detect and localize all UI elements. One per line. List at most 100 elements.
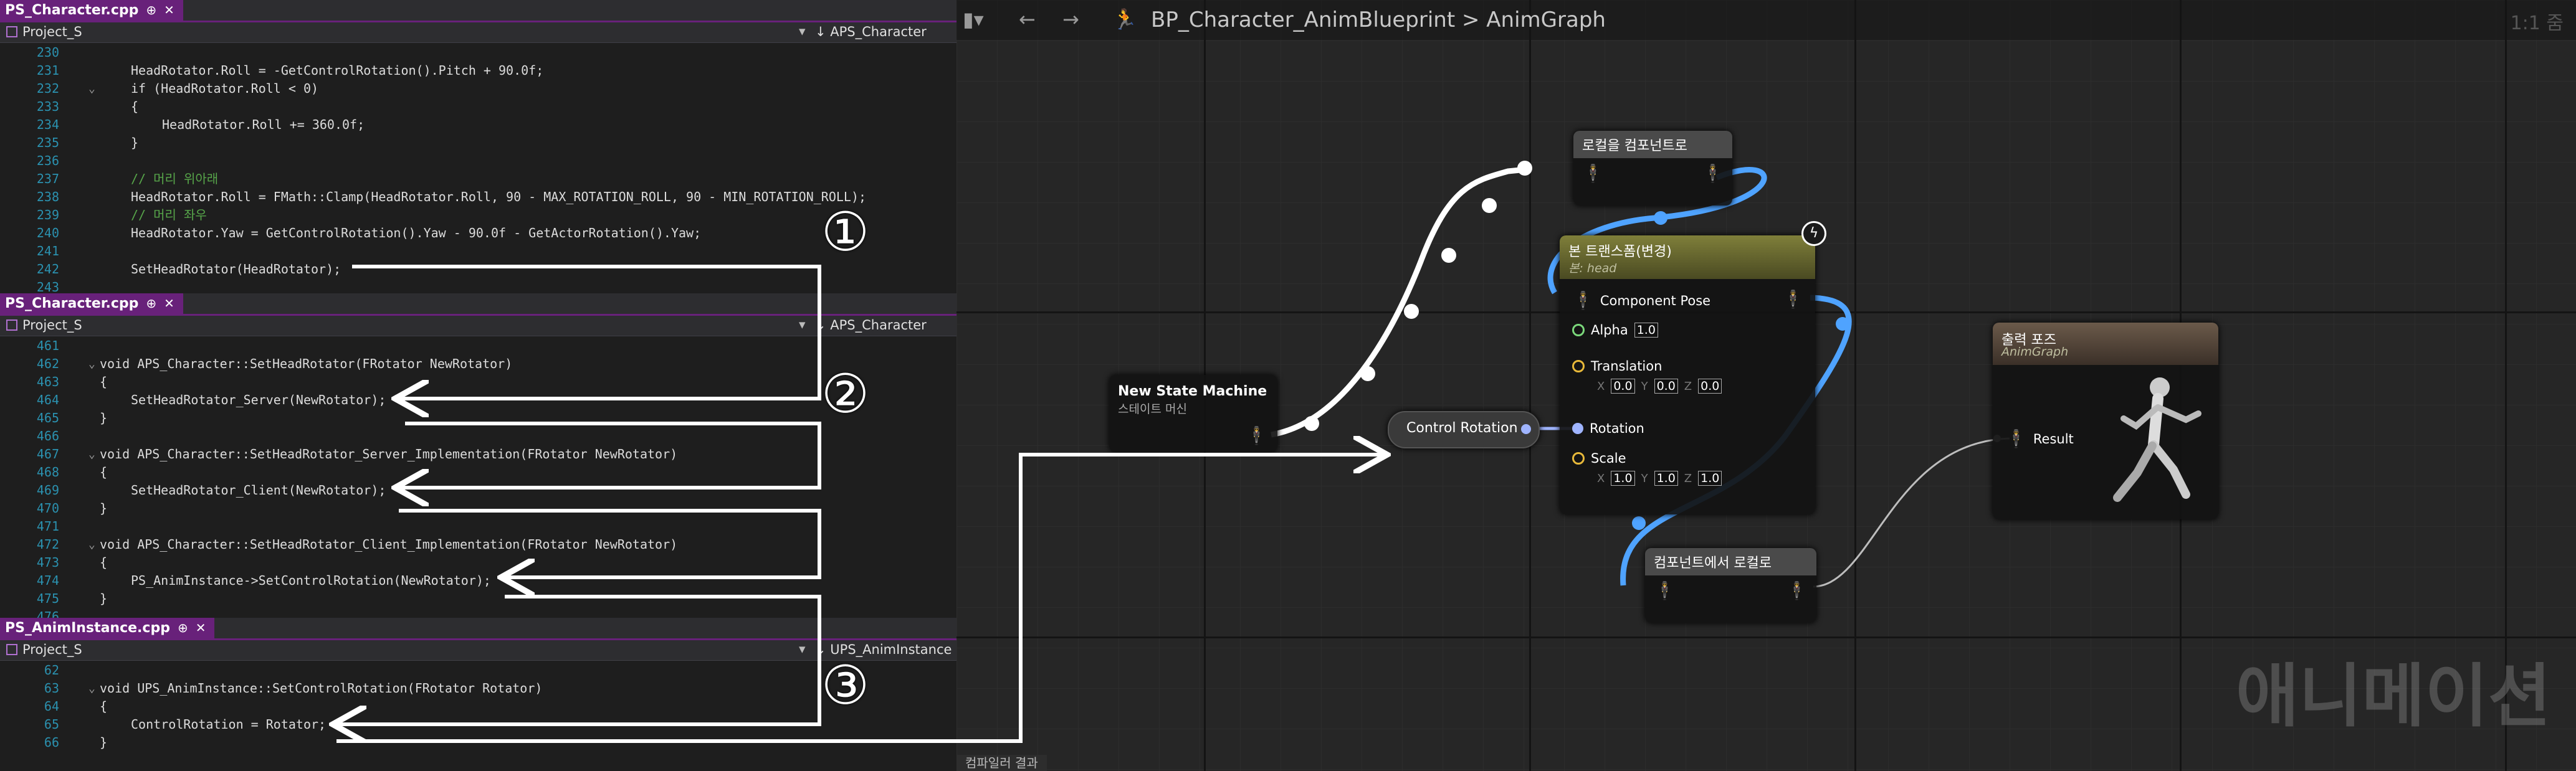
code-line[interactable]: 241 xyxy=(0,242,956,260)
node-subtitle: AnimGraph xyxy=(2001,345,2069,359)
translation-pin[interactable]: Translation xyxy=(1572,359,1662,374)
pin-icon[interactable]: ⊕ xyxy=(146,293,156,314)
code-line[interactable]: 233 { xyxy=(0,98,956,116)
transform-bone-node[interactable]: 본 트랜스폼(변경) 본: head 🕴 Component Pose 🕴 Alp… xyxy=(1560,235,1815,514)
project-dropdown[interactable]: Project_S xyxy=(6,24,82,39)
pin-icon[interactable]: ⊕ xyxy=(178,618,188,638)
code-line[interactable]: 468 { xyxy=(0,463,956,481)
pose-input-pin-icon[interactable]: 🕴 xyxy=(1654,580,1676,601)
code-line[interactable]: 237 // 머리 위아래 xyxy=(0,170,956,188)
state-machine-node[interactable]: New State Machine 스테이트 머신 🕴 xyxy=(1109,375,1277,452)
chevron-down-icon[interactable]: ▾ xyxy=(799,24,806,39)
editor-tab-bar: PS_Character.cpp ⊕ ✕ xyxy=(0,293,956,316)
code-text: void UPS_AnimInstance::SetControlRotatio… xyxy=(100,681,543,696)
line-number: 232 xyxy=(36,81,59,96)
fold-toggle-icon[interactable]: ⌄ xyxy=(88,80,98,98)
code-text: } xyxy=(100,735,108,750)
fold-toggle-icon[interactable]: ⌄ xyxy=(88,445,98,463)
fold-toggle-icon[interactable]: ⌄ xyxy=(88,679,98,698)
alpha-pin[interactable]: Alpha 1.0 xyxy=(1572,323,1658,338)
class-scope-dropdown[interactable]: ↓ APS_Character xyxy=(815,318,927,333)
anim-graph-editor[interactable]: ▮▾ ← → 🏃 BP_Character_AnimBlueprint > An… xyxy=(956,0,2576,771)
code-line[interactable]: 240 HeadRotator.Yaw = GetControlRotation(… xyxy=(0,224,956,242)
code-line[interactable]: 238 HeadRotator.Roll = FMath::Clamp(HeadR… xyxy=(0,188,956,206)
line-number: 475 xyxy=(36,591,59,606)
code-line[interactable]: 475} xyxy=(0,590,956,608)
code-line[interactable]: 62 xyxy=(0,661,956,679)
line-number: 464 xyxy=(36,392,59,407)
code-line[interactable]: 234 HeadRotator.Roll += 360.0f; xyxy=(0,116,956,134)
code-line[interactable]: 230 xyxy=(0,44,956,62)
code-line[interactable]: 470} xyxy=(0,499,956,518)
result-pin[interactable]: 🕴 Result xyxy=(2005,428,2074,449)
code-line[interactable]: 64 { xyxy=(0,698,956,716)
alpha-value[interactable]: 1.0 xyxy=(1634,323,1658,338)
code-line[interactable]: 471 xyxy=(0,518,956,536)
chevron-down-icon[interactable]: ▾ xyxy=(799,317,806,332)
pose-output-pin-icon[interactable]: 🕴 xyxy=(1786,580,1808,601)
file-tab[interactable]: PS_AnimInstance.cpp ⊕ ✕ xyxy=(0,618,215,638)
code-line[interactable]: 231 HeadRotator.Roll = -GetControlRotatio… xyxy=(0,62,956,80)
file-tab[interactable]: PS_Character.cpp ⊕ ✕ xyxy=(0,0,183,21)
axis-label-z: Z xyxy=(1684,471,1692,485)
translation-z[interactable]: 0.0 xyxy=(1698,379,1722,394)
scale-y[interactable]: 1.0 xyxy=(1654,471,1678,486)
wire-knot xyxy=(1836,317,1849,331)
code-line[interactable]: 467 ⌄ void APS_Character::SetHeadRotator_S… xyxy=(0,445,956,463)
code-line[interactable]: 474 PS_AnimInstance->SetControlRotation(N… xyxy=(0,572,956,590)
class-scope-dropdown[interactable]: ↓ APS_Character xyxy=(815,24,927,39)
rotator-pin-icon[interactable] xyxy=(1521,424,1531,434)
scale-z[interactable]: 1.0 xyxy=(1698,471,1722,486)
code-line[interactable]: 462 ⌄ void APS_Character::SetHeadRotator(F… xyxy=(0,355,956,373)
code-line[interactable]: 242 SetHeadRotator(HeadRotator); xyxy=(0,260,956,278)
component-to-local-node[interactable]: 컴포넌트에서 로컬로 🕴 🕴 xyxy=(1645,548,1816,623)
fold-toggle-icon[interactable]: ⌄ xyxy=(88,355,98,373)
close-icon[interactable]: ✕ xyxy=(164,293,174,314)
translation-y[interactable]: 0.0 xyxy=(1654,379,1678,394)
axis-label-y: Y xyxy=(1641,471,1648,485)
code-line[interactable]: 461 xyxy=(0,337,956,355)
code-line[interactable]: 473 { xyxy=(0,554,956,572)
code-line[interactable]: 63 ⌄ void UPS_AnimInstance::SetControlRota… xyxy=(0,679,956,698)
compiler-results-tab[interactable]: 컴파일러 결과 xyxy=(956,755,1047,771)
code-line[interactable]: 464 SetHeadRotator_Server(NewRotator); xyxy=(0,391,956,409)
pose-output-pin-icon[interactable]: 🕴 xyxy=(1702,163,1724,184)
close-icon[interactable]: ✕ xyxy=(164,0,174,21)
line-number: 236 xyxy=(36,153,59,168)
chevron-down-icon[interactable]: ▾ xyxy=(799,641,806,656)
node-title: 로컬을 컴포넌트로 xyxy=(1573,131,1732,158)
translation-x[interactable]: 0.0 xyxy=(1611,379,1635,394)
code-line[interactable]: 472 ⌄ void APS_Character::SetHeadRotator_C… xyxy=(0,536,956,554)
project-dropdown[interactable]: Project_S xyxy=(6,318,82,333)
local-to-component-node[interactable]: 로컬을 컴포넌트로 🕴 🕴 xyxy=(1573,131,1732,206)
code-line[interactable]: 235} xyxy=(0,134,956,152)
output-pose-node[interactable]: 출력 포즈 AnimGraph 🕴 Result xyxy=(1993,323,2218,519)
pose-output-pin-icon[interactable]: 🕴 xyxy=(1782,289,1804,310)
running-mannequin-icon xyxy=(2113,377,2202,502)
code-line[interactable]: 465} xyxy=(0,409,956,427)
rotation-pin[interactable]: Rotation xyxy=(1572,421,1644,436)
code-line[interactable]: 236 xyxy=(0,152,956,170)
pose-input-pin-icon[interactable]: 🕴 xyxy=(1582,163,1604,184)
code-line[interactable]: 463 { xyxy=(0,373,956,391)
project-dropdown[interactable]: Project_S xyxy=(6,642,82,657)
editor-tab-bar: PS_Character.cpp ⊕ ✕ xyxy=(0,0,956,22)
close-icon[interactable]: ✕ xyxy=(196,618,206,638)
wire-knot xyxy=(1632,516,1646,530)
control-rotation-node[interactable]: Control Rotation xyxy=(1388,411,1540,448)
code-line[interactable]: 66} xyxy=(0,734,956,752)
scale-pin[interactable]: Scale xyxy=(1572,451,1626,466)
pose-output-pin-icon[interactable]: 🕴 xyxy=(1246,425,1267,446)
file-tab[interactable]: PS_Character.cpp ⊕ ✕ xyxy=(0,293,183,314)
fold-toggle-icon[interactable]: ⌄ xyxy=(88,536,98,554)
component-pose-pin[interactable]: 🕴 Component Pose xyxy=(1572,290,1710,311)
scale-x[interactable]: 1.0 xyxy=(1611,471,1635,486)
code-line[interactable]: 469 SetHeadRotator_Client(NewRotator); xyxy=(0,481,956,499)
code-line[interactable]: 65 ControlRotation = Rotator; xyxy=(0,716,956,734)
code-line[interactable]: 239 // 머리 좌우 xyxy=(0,206,956,224)
line-number: 64 xyxy=(44,699,59,714)
line-number: 237 xyxy=(36,171,59,186)
pin-icon[interactable]: ⊕ xyxy=(146,0,156,21)
code-line[interactable]: 466 xyxy=(0,427,956,445)
code-line[interactable]: 232 ⌄ if (HeadRotator.Roll < 0) xyxy=(0,80,956,98)
